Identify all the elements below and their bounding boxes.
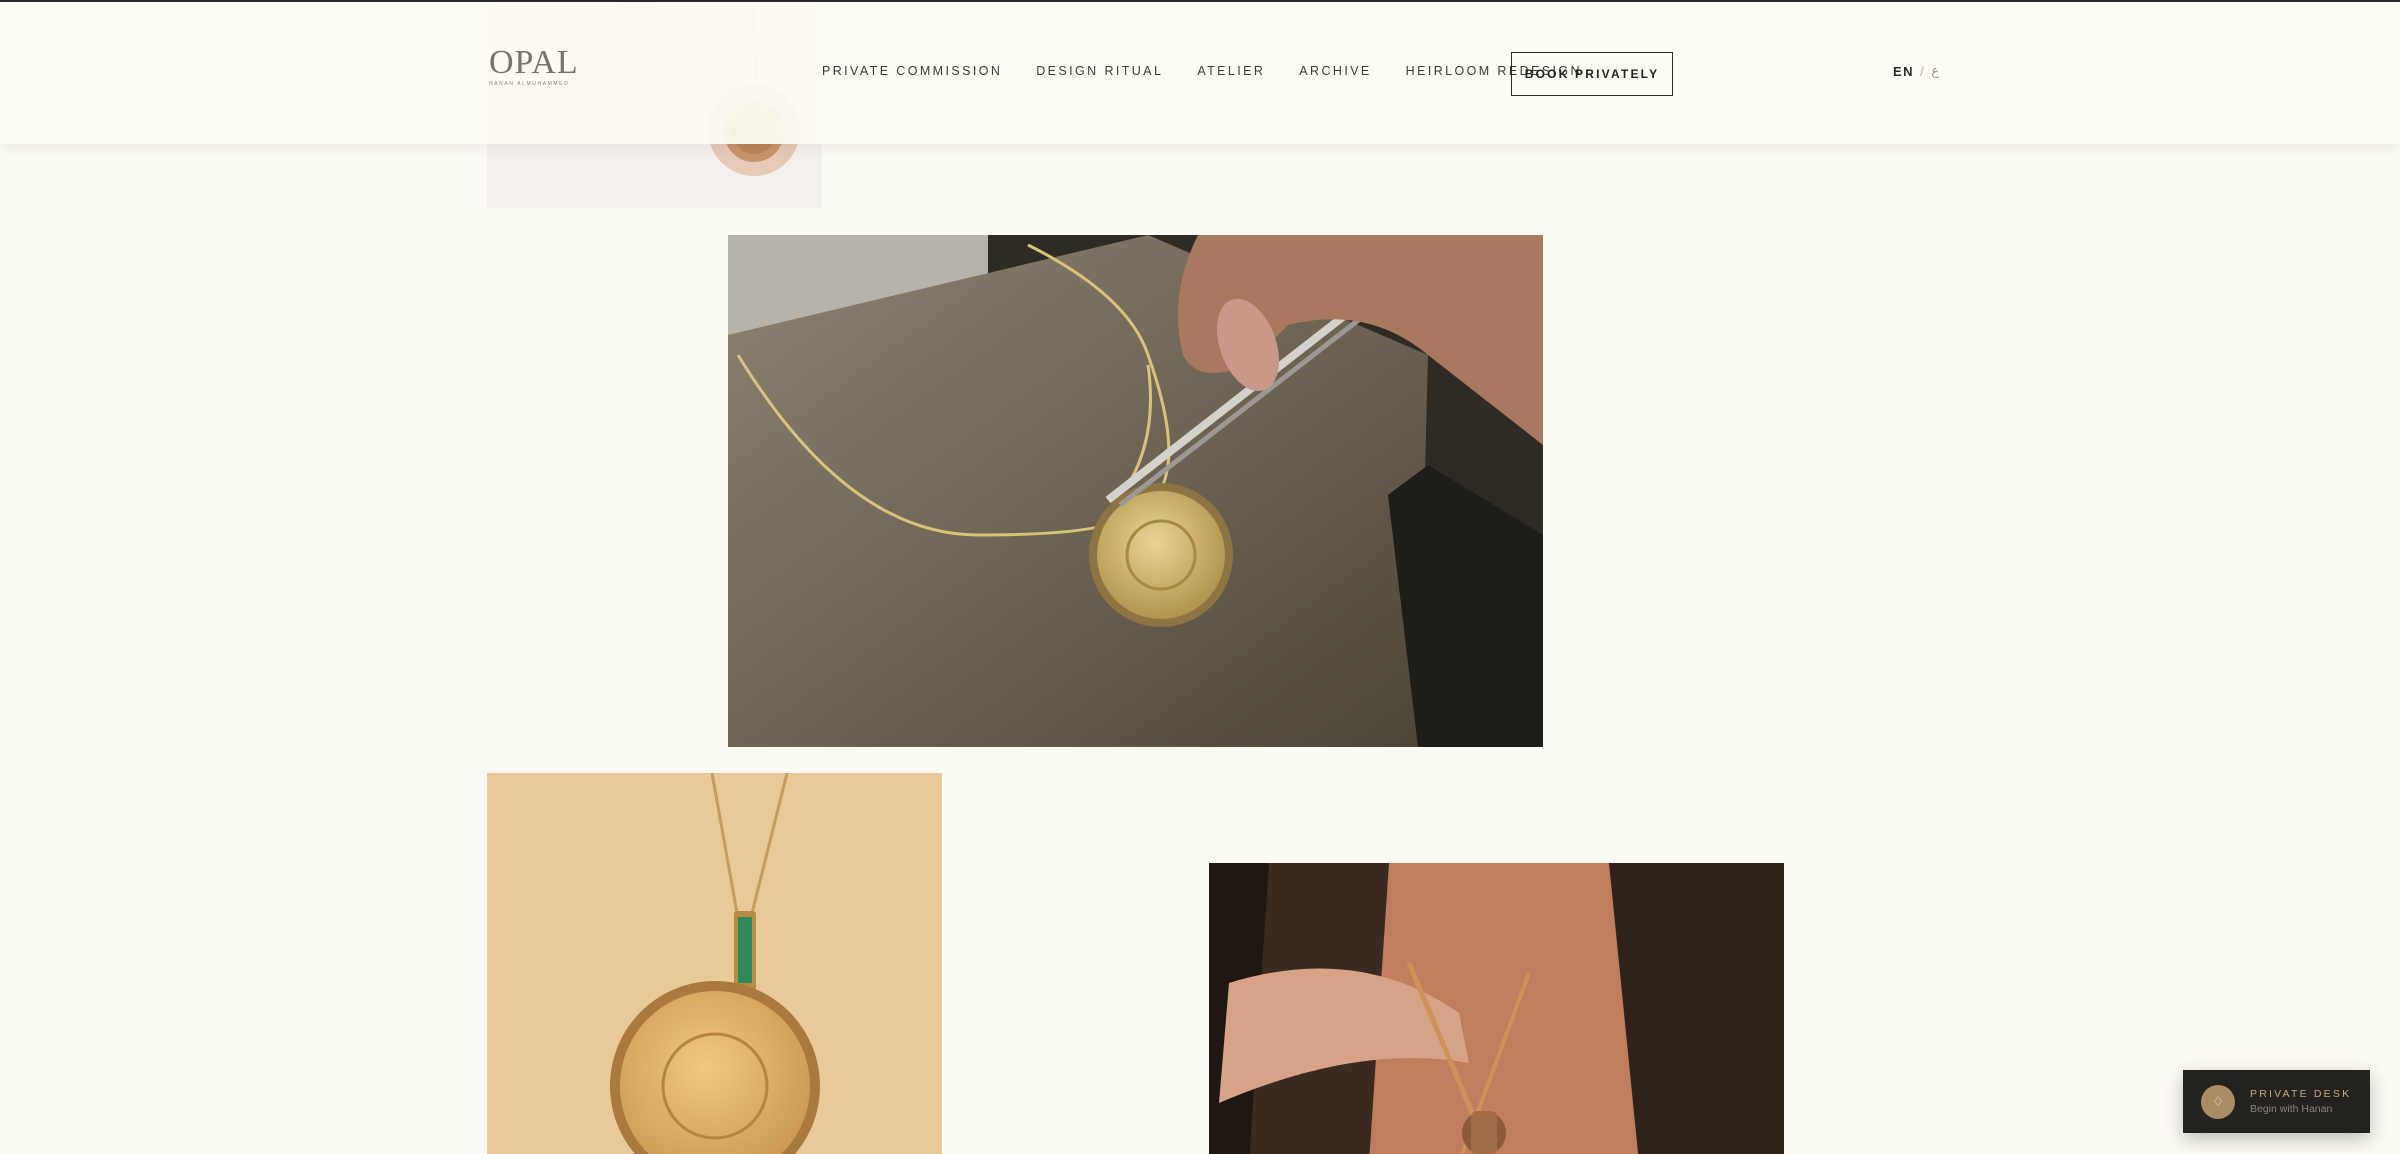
main-nav: PRIVATE COMMISSION DESIGN RITUAL ATELIER… <box>822 64 1616 78</box>
logo-subtitle: HANAN ALMUHAMMED <box>489 81 570 87</box>
nav-design-ritual[interactable]: DESIGN RITUAL <box>1036 64 1163 78</box>
nav-atelier[interactable]: ATELIER <box>1197 64 1265 78</box>
nav-archive[interactable]: ARCHIVE <box>1299 64 1371 78</box>
private-desk-widget[interactable]: ♢ PRIVATE DESK Begin with Hanan <box>2183 1070 2370 1133</box>
private-desk-text: PRIVATE DESK Begin with Hanan <box>2250 1088 2351 1115</box>
book-privately-button[interactable]: BOOK PRIVATELY <box>1511 52 1673 96</box>
logo[interactable]: OPAL HANAN ALMUHAMMED <box>489 44 579 88</box>
language-separator: / <box>1920 64 1926 79</box>
private-desk-title: PRIVATE DESK <box>2250 1088 2352 1100</box>
nav-private-commission[interactable]: PRIVATE COMMISSION <box>822 64 1002 78</box>
private-desk-subtitle: Begin with Hanan <box>2250 1103 2333 1115</box>
diamond-icon: ♢ <box>2201 1084 2235 1119</box>
language-switcher: EN / ع <box>1893 64 1939 79</box>
logo-wordmark: OPAL <box>489 44 579 81</box>
language-en[interactable]: EN <box>1893 64 1914 79</box>
language-arabic[interactable]: ع <box>1931 64 1939 79</box>
site-header: OPAL HANAN ALMUHAMMED PRIVATE COMMISSION… <box>0 2 2400 144</box>
model-wearing-necklaces-photo <box>1209 863 1784 1154</box>
page: OPAL HANAN ALMUHAMMED PRIVATE COMMISSION… <box>0 2 2400 1154</box>
emerald-coin-pendant-photo <box>487 773 942 1154</box>
coin-pendant-workbench-photo <box>728 235 1543 747</box>
